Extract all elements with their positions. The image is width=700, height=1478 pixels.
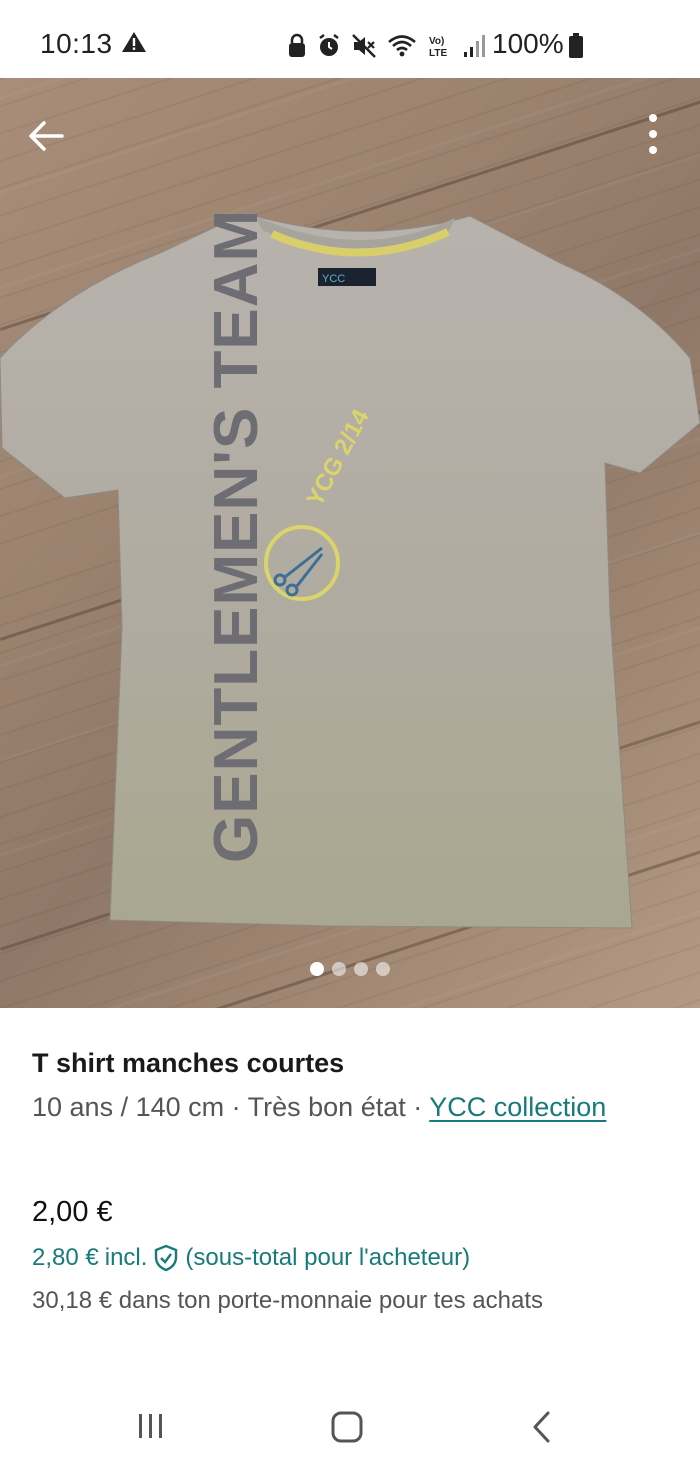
- svg-text:Vo): Vo): [429, 36, 444, 47]
- pagination-dot[interactable]: [354, 962, 368, 976]
- print-text: GENTLEMEN'S TEAM: [202, 209, 271, 863]
- wallet-note: 30,18 € dans ton porte-monnaie pour tes …: [32, 1287, 544, 1314]
- brand-link[interactable]: YCC collection: [429, 1092, 606, 1122]
- pagination-dot[interactable]: [332, 962, 346, 976]
- recent-apps-icon[interactable]: [135, 1410, 167, 1442]
- listing-size: 10 ans / 140 cm: [32, 1092, 225, 1122]
- volte-icon: Vo) LTE: [429, 36, 447, 59]
- battery-icon: [569, 33, 583, 58]
- signal-icon: [464, 35, 485, 57]
- svg-text:LTE: LTE: [429, 48, 447, 59]
- buyer-price-value: 2,80 €: [32, 1244, 99, 1271]
- item-price: 2,00 €: [32, 1196, 113, 1228]
- back-arrow-icon[interactable]: [24, 114, 68, 158]
- lock-icon: [289, 33, 305, 57]
- listing-title: T shirt manches courtes: [32, 1048, 345, 1078]
- back-nav-icon[interactable]: [528, 1410, 560, 1444]
- pagination-dot[interactable]: [376, 962, 390, 976]
- status-bar: 10:13 Vo) LTE 100%: [0, 0, 700, 78]
- svg-text:YCC: YCC: [322, 273, 345, 285]
- meta-separator: ·: [224, 1092, 248, 1122]
- status-time: 10:13: [40, 28, 113, 59]
- photo-pagination[interactable]: [0, 962, 700, 976]
- status-icons: Vo) LTE: [287, 31, 487, 61]
- buyer-protection-price[interactable]: 2,80 € incl. (sous-total pour l'acheteur…: [32, 1244, 470, 1272]
- meta-separator: ·: [405, 1092, 430, 1122]
- mute-icon: [352, 34, 376, 58]
- listing-info: T shirt manches courtes 10 ans / 140 cm …: [32, 1040, 672, 1126]
- more-menu-icon[interactable]: [636, 108, 670, 160]
- buyer-price-note: (sous-total pour l'acheteur): [185, 1244, 471, 1271]
- home-icon[interactable]: [330, 1410, 364, 1444]
- warning-icon: [122, 32, 146, 52]
- buyer-price-incl: incl.: [104, 1244, 148, 1271]
- listing-meta: 10 ans / 140 cm · Très bon état · YCC co…: [32, 1088, 672, 1126]
- tshirt-image: YCC GENTLEMEN'S TEAM YCG 2/14: [0, 209, 700, 929]
- system-nav-bar: [0, 1380, 700, 1478]
- shield-check-icon: [155, 1244, 178, 1272]
- wifi-icon: [388, 35, 416, 57]
- alarm-icon: [319, 34, 339, 56]
- product-photo[interactable]: YCC GENTLEMEN'S TEAM YCG 2/14: [0, 78, 700, 1008]
- pagination-dot-active[interactable]: [310, 962, 324, 976]
- battery-percent: 100%: [492, 28, 564, 59]
- listing-condition: Très bon état: [247, 1092, 406, 1122]
